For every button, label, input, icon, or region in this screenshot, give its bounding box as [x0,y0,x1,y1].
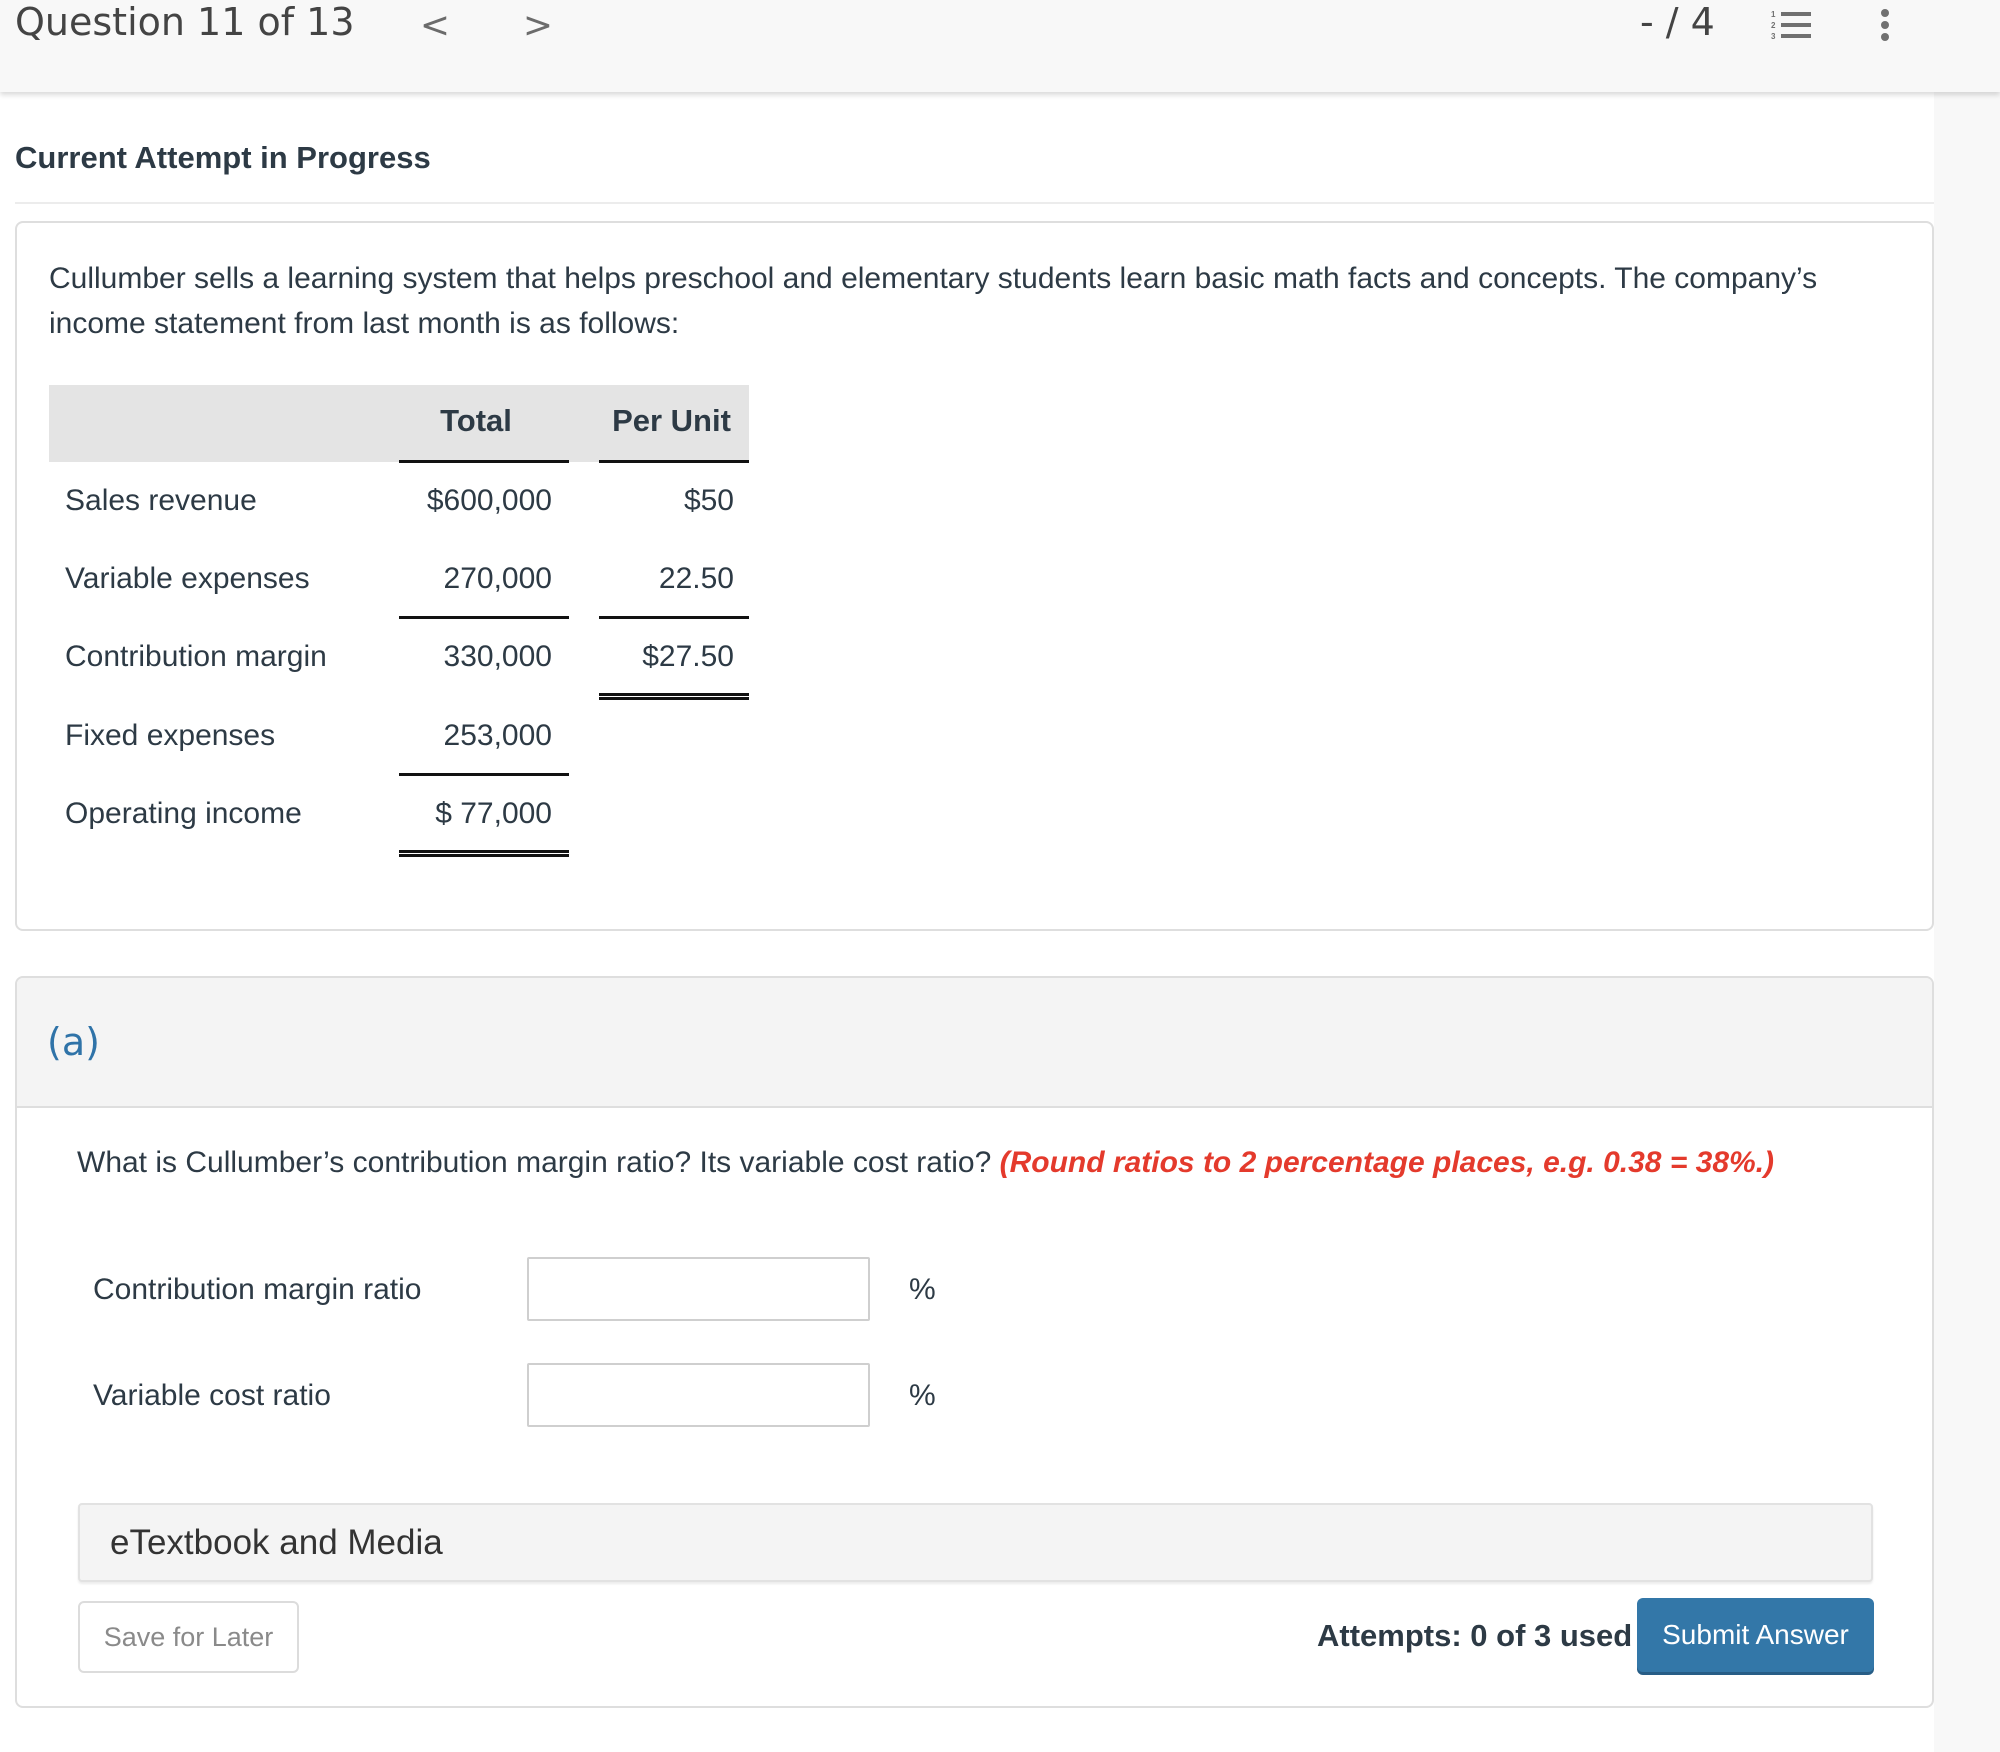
cell-total: $600,000 [426,484,552,517]
row-label-operating-income: Operating income [65,797,302,830]
question-text: What is Cullumber’s contribution margin … [77,1146,1774,1180]
svg-text:2: 2 [1771,21,1776,30]
column-header-per-unit: Per Unit [612,403,731,438]
variable-cost-ratio-label: Variable cost ratio [93,1379,331,1412]
etextbook-label: eTextbook and Media [110,1523,443,1562]
subtotal-rule-total [399,616,569,619]
header-rule-total [399,460,569,463]
numbered-list-icon[interactable]: 1 2 3 [1770,10,1812,40]
cell-per-unit: $50 [683,484,734,517]
cell-total: $ 77,000 [435,797,552,830]
chevron-right-icon[interactable]: > [518,6,558,46]
question-prompt: What is Cullumber’s contribution margin … [77,1146,1000,1179]
percent-unit: % [909,1379,936,1412]
cell-per-unit: $27.50 [642,640,734,673]
variable-cost-ratio-input[interactable] [527,1363,870,1427]
save-for-later-button[interactable]: Save for Later [78,1601,299,1673]
question-counter: Question 11 of 13 [15,0,355,44]
cell-total: 270,000 [443,562,552,595]
row-label-sales-revenue: Sales revenue [65,484,257,517]
row-label-contribution-margin: Contribution margin [65,640,327,673]
percent-unit: % [909,1273,936,1306]
row-label-fixed-expenses: Fixed expenses [65,719,276,752]
subtotal-rule-unit [599,616,749,619]
top-bar: Question 11 of 13 < > - / 4 1 2 3 [0,0,2000,92]
column-header-total: Total [440,403,512,438]
cell-per-unit: 22.50 [658,562,734,595]
main-content: Current Attempt in Progress Cullumber se… [0,92,1934,1752]
problem-text: Cullumber sells a learning system that h… [49,262,1818,340]
chevron-left-icon[interactable]: < [415,6,455,46]
contribution-margin-ratio-input[interactable] [527,1257,870,1321]
part-label: (a) [47,1020,100,1064]
row-label-variable-expenses: Variable expenses [65,562,310,595]
rounding-hint: (Round ratios to 2 percentage places, e.… [999,1146,1775,1179]
part-a-section: (a) What is Cullumber’s contribution mar… [15,976,1934,1708]
contribution-margin-ratio-label: Contribution margin ratio [93,1273,422,1306]
divider [15,202,1934,204]
attempt-title: Current Attempt in Progress [15,140,431,175]
cell-total: 253,000 [443,719,552,752]
more-vertical-icon[interactable] [1878,8,1892,42]
part-a-header: (a) [17,978,1932,1108]
header-rule-unit [599,460,749,463]
etextbook-media-toggle[interactable]: eTextbook and Media [78,1503,1873,1582]
attempts-counter: Attempts: 0 of 3 used [1317,1618,1633,1653]
problem-statement: Cullumber sells a learning system that h… [15,221,1934,931]
score-display: - / 4 [1640,0,1715,44]
cell-total: 330,000 [443,640,552,673]
submit-answer-button[interactable]: Submit Answer [1637,1598,1874,1672]
svg-text:3: 3 [1771,32,1776,40]
total-double-rule-unit [599,693,749,700]
total-double-rule-total [399,850,569,857]
svg-text:1: 1 [1771,10,1776,19]
subtotal-rule-total [399,773,569,776]
